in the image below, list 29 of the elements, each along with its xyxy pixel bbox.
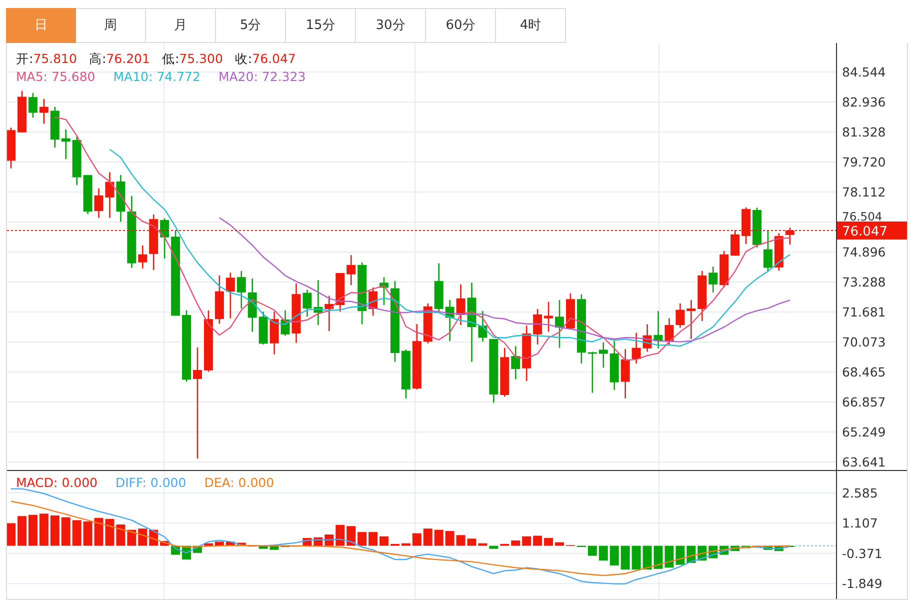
axis-label: 66.857 — [842, 394, 886, 410]
legend-reading: MA10: 74.772 — [113, 69, 200, 84]
last-price-marker: 76.047 — [837, 221, 907, 240]
axis-label: 82.936 — [842, 94, 886, 110]
axis-label: 65.249 — [842, 424, 886, 440]
legend-reading: MACD: 0.000 — [16, 475, 98, 490]
axis-label: 70.073 — [842, 334, 886, 350]
legend-reading: 开:75.810 — [16, 51, 77, 66]
axis-label: 2.585 — [842, 485, 878, 500]
axis-label: 84.544 — [842, 64, 886, 80]
legend-reading: 收:76.047 — [234, 51, 296, 66]
legend-reading: 低:75.300 — [162, 51, 223, 66]
axis-label: -0.371 — [842, 546, 882, 561]
axis-label: 79.720 — [842, 154, 886, 170]
axis-label: -1.849 — [842, 576, 882, 592]
axis-label: 71.681 — [842, 304, 886, 320]
legend-reading: 高:76.201 — [88, 51, 150, 66]
axis-label: 1.107 — [842, 516, 878, 531]
axis-label: 81.328 — [842, 124, 886, 140]
legend-reading: DIFF: 0.000 — [115, 475, 186, 490]
axis-label: 74.896 — [842, 244, 886, 260]
legend-reading: MA5: 75.680 — [16, 69, 96, 84]
axis-label: 76.504 — [842, 209, 882, 224]
legend-reading: MA20: 72.323 — [218, 69, 306, 84]
axis-label: 63.641 — [842, 454, 886, 470]
legend-reading: DEA: 0.000 — [204, 475, 274, 490]
axis-label: 68.465 — [842, 364, 886, 380]
axis-label: 78.112 — [842, 184, 886, 200]
axis-label: 73.288 — [842, 274, 886, 290]
